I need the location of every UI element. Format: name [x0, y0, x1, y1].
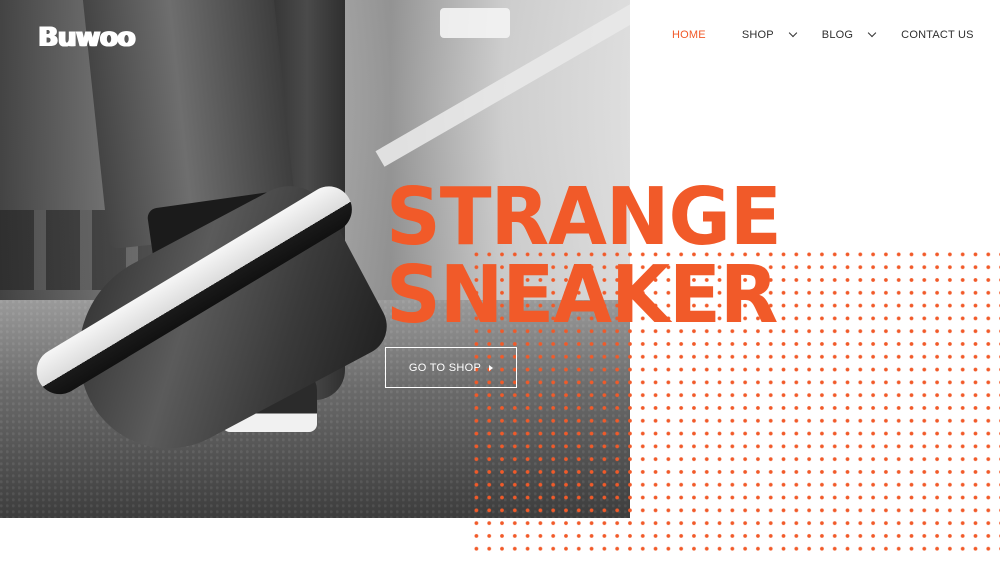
nav-item-blog[interactable]: BLOG [821, 28, 877, 41]
nav-item-contact-us[interactable]: CONTACT US [901, 29, 974, 41]
nav-item-label: SHOP [741, 29, 774, 41]
nav-item-label: BLOG [821, 29, 854, 41]
caret-right-icon [489, 364, 494, 371]
hero-image-light [440, 8, 510, 38]
nav-item-label: CONTACT US [901, 29, 974, 41]
hero-headline-line2: SNEAKER [386, 247, 778, 341]
nav-item-shop[interactable]: SHOP [741, 28, 798, 41]
brand-logo[interactable]: Buwoo [38, 22, 136, 53]
main-nav: HOME SHOP BLOG CONTACT US [672, 28, 974, 42]
nav-item-home[interactable]: HOME [672, 29, 706, 41]
nav-item-label: HOME [672, 29, 706, 41]
go-to-shop-label: GO TO SHOP [408, 361, 482, 374]
go-to-shop-button[interactable]: GO TO SHOP [385, 347, 517, 388]
chevron-down-icon [788, 28, 798, 38]
hero-headline-line1: STRANGE [386, 169, 782, 264]
chevron-down-icon [867, 28, 877, 38]
hero-headline: STRANGE SNEAKER [386, 169, 816, 341]
